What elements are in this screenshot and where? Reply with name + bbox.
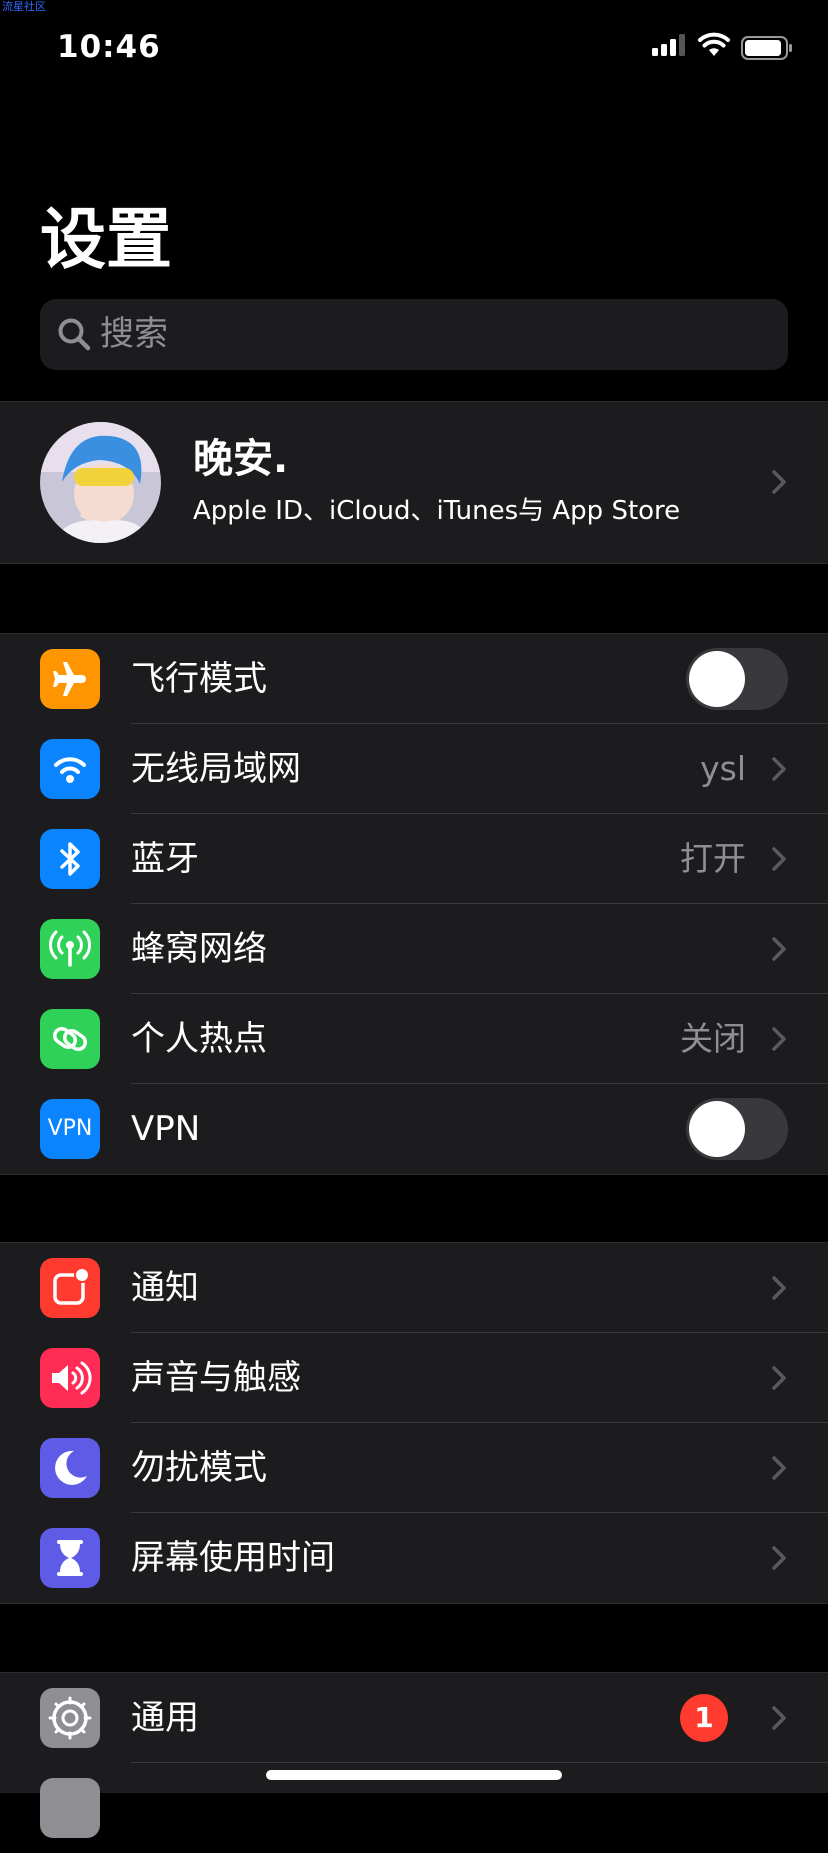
cellular-signal-icon [652, 34, 685, 56]
settings-row-cellular[interactable]: 蜂窝网络 [0, 904, 828, 994]
row-label: 勿扰模式 [131, 1448, 267, 1488]
status-time: 10:46 [57, 29, 161, 65]
settings-row-screen-time[interactable]: 屏幕使用时间 [0, 1513, 828, 1603]
chevron-right-icon [772, 470, 786, 494]
row-label: 蓝牙 [131, 839, 199, 879]
control-center-icon [40, 1778, 100, 1838]
settings-row-vpn[interactable]: VPN VPN [0, 1084, 828, 1174]
bluetooth-status-value: 打开 [680, 839, 746, 878]
bluetooth-icon [40, 829, 100, 889]
settings-row-wifi[interactable]: 无线局域网 ysl [0, 724, 828, 814]
settings-row-personal-hotspot[interactable]: 个人热点 关闭 [0, 994, 828, 1084]
vpn-toggle[interactable] [686, 1098, 788, 1160]
row-label: 蜂窝网络 [131, 929, 267, 969]
row-label: 通用 [131, 1698, 199, 1738]
settings-row-notifications[interactable]: 通知 [0, 1243, 828, 1333]
row-label: 飞行模式 [131, 659, 267, 699]
page-title: 设置 [40, 201, 172, 278]
settings-row-do-not-disturb[interactable]: 勿扰模式 [0, 1423, 828, 1513]
moon-icon [40, 1438, 100, 1498]
settings-row-airplane-mode[interactable]: 飞行模式 [0, 634, 828, 724]
chevron-right-icon [772, 847, 786, 871]
hourglass-icon [40, 1528, 100, 1588]
gear-icon [40, 1688, 100, 1748]
airplane-mode-toggle[interactable] [686, 648, 788, 710]
row-label: 屏幕使用时间 [131, 1538, 335, 1578]
search-placeholder: 搜索 [100, 314, 168, 354]
vpn-icon-text: VPN [47, 1116, 93, 1141]
battery-icon [741, 36, 792, 60]
chevron-right-icon [772, 1366, 786, 1390]
status-bar: 10:46 [0, 0, 828, 100]
connectivity-group: 飞行模式 无线局域网 ysl 蓝牙 打开 蜂窝网络 个人热点 关闭 VPN VP… [0, 633, 828, 1175]
chevron-right-icon [772, 1546, 786, 1570]
settings-row-sounds-haptics[interactable]: 声音与触感 [0, 1333, 828, 1423]
chevron-right-icon [772, 1706, 786, 1730]
settings-row-bluetooth[interactable]: 蓝牙 打开 [0, 814, 828, 904]
vpn-icon: VPN [40, 1099, 100, 1159]
chevron-right-icon [772, 757, 786, 781]
search-icon [58, 318, 91, 351]
home-indicator[interactable] [266, 1770, 562, 1780]
row-label: 声音与触感 [131, 1358, 301, 1398]
profile-subtitle: Apple ID、iCloud、iTunes与 App Store [193, 496, 681, 526]
chevron-right-icon [772, 937, 786, 961]
avatar [40, 422, 161, 543]
row-label: VPN [131, 1109, 201, 1149]
hotspot-icon [40, 1009, 100, 1069]
sound-icon [40, 1348, 100, 1408]
settings-row-general[interactable]: 通用 1 [0, 1673, 828, 1763]
chevron-right-icon [772, 1456, 786, 1480]
wifi-icon [40, 739, 100, 799]
chevron-right-icon [772, 1027, 786, 1051]
wifi-network-value: ysl [700, 749, 746, 788]
notifications-group: 通知 声音与触感 勿扰模式 屏幕使用时间 [0, 1242, 828, 1604]
row-label: 无线局域网 [131, 749, 301, 789]
row-label: 个人热点 [131, 1019, 267, 1059]
wifi-status-icon [698, 32, 730, 56]
update-badge: 1 [680, 1694, 728, 1742]
profile-name: 晚安. [193, 436, 289, 482]
notifications-icon [40, 1258, 100, 1318]
apple-id-profile-row[interactable]: 晚安. Apple ID、iCloud、iTunes与 App Store [0, 401, 828, 564]
airplane-icon [40, 649, 100, 709]
cellular-icon [40, 919, 100, 979]
hotspot-status-value: 关闭 [680, 1019, 746, 1058]
row-label: 通知 [131, 1268, 199, 1308]
search-input[interactable]: 搜索 [40, 299, 788, 370]
chevron-right-icon [772, 1276, 786, 1300]
